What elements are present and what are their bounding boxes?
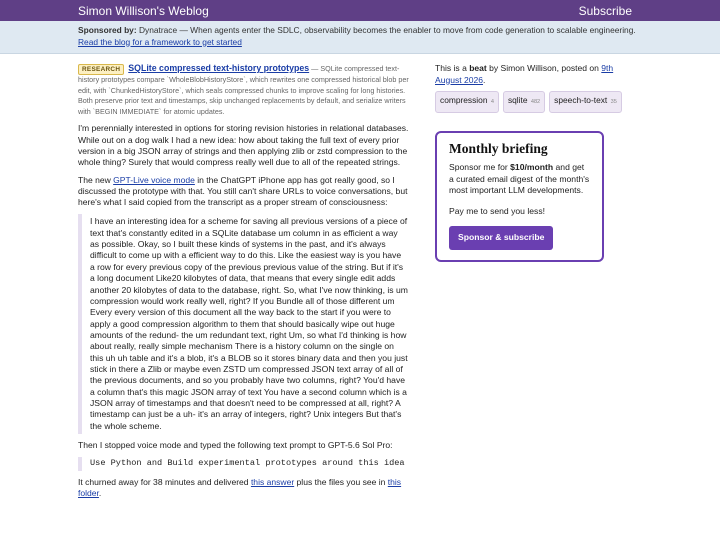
beat-meta: This is a beat by Simon Willison, posted… bbox=[435, 63, 625, 86]
transcript-quote: I have an interesting idea for a scheme … bbox=[78, 214, 412, 434]
tag-label: sqlite bbox=[507, 95, 528, 105]
briefing-text-2: Pay me to send you less! bbox=[449, 205, 546, 216]
sponsor-link[interactable]: Read the blog for a framework to get sta… bbox=[78, 37, 242, 47]
tag-count: 4 bbox=[490, 99, 494, 105]
beat-meta-text-b: by Simon Willison, posted on bbox=[486, 63, 602, 73]
briefing-price: $10/month bbox=[510, 162, 554, 172]
briefing-text: Sponsor me for $10/month and get a curat… bbox=[449, 162, 590, 197]
tag-list: compression 4 sqlite 482 speech-to-text … bbox=[435, 91, 625, 113]
paragraph-intro: I'm perennially interested in options fo… bbox=[78, 123, 409, 168]
tag-label: speech-to-text bbox=[554, 95, 608, 105]
prompt-code-block: Use Python and Build experimental protot… bbox=[78, 457, 412, 471]
subscribe-link[interactable]: Subscribe bbox=[579, 4, 632, 18]
sidebar: This is a beat by Simon Willison, posted… bbox=[435, 63, 625, 262]
tag-label: compression bbox=[440, 95, 488, 105]
beat-meta-beat: beat bbox=[469, 63, 487, 73]
sponsor-subscribe-button[interactable]: Sponsor & subscribe bbox=[449, 226, 554, 250]
beat-title-link[interactable]: SQLite compressed text-history prototype… bbox=[128, 63, 309, 73]
sponsor-prefix: Sponsored by: bbox=[78, 25, 137, 35]
this-answer-link[interactable]: this answer bbox=[251, 477, 294, 487]
result-text-c: . bbox=[98, 487, 102, 498]
voice-mode-text-before: The new bbox=[78, 174, 114, 185]
tag-speech-to-text[interactable]: speech-to-text 35 bbox=[549, 91, 622, 113]
paragraph-prompt-intro: Then I stopped voice mode and typed the … bbox=[78, 439, 393, 450]
result-text-b: plus the files you see in bbox=[294, 476, 388, 487]
sponsor-text: Dynatrace — When agents enter the SDLC, … bbox=[136, 25, 636, 35]
briefing-text-a: Sponsor me for bbox=[449, 162, 511, 172]
site-title-link[interactable]: Simon Willison's Weblog bbox=[78, 4, 209, 18]
beat-meta-text-a: This is a bbox=[435, 63, 470, 73]
tag-compression[interactable]: compression 4 bbox=[435, 91, 499, 113]
sponsor-banner: Sponsored by: Dynatrace — When agents en… bbox=[0, 21, 720, 54]
tag-count: 35 bbox=[610, 99, 617, 105]
gpt-live-voice-mode-link[interactable]: GPT-Live voice mode bbox=[113, 175, 195, 185]
tag-sqlite[interactable]: sqlite 482 bbox=[502, 91, 546, 113]
site-header: Simon Willison's Weblog Subscribe bbox=[0, 0, 720, 21]
beat-header: RESEARCH SQLite compressed text-history p… bbox=[78, 63, 412, 117]
paragraph-voice-mode: The new GPT-Live voice mode in the ChatG… bbox=[78, 175, 412, 209]
main-content: RESEARCH SQLite compressed text-history p… bbox=[78, 63, 412, 499]
paragraph-result: It churned away for 38 minutes and deliv… bbox=[78, 477, 412, 500]
briefing-title: Monthly briefing bbox=[449, 140, 548, 156]
research-badge: RESEARCH bbox=[78, 64, 125, 75]
result-text-a: It churned away for 38 minutes and deliv… bbox=[78, 476, 251, 487]
tag-count: 482 bbox=[530, 99, 541, 105]
beat-meta-text-c: . bbox=[483, 74, 486, 85]
monthly-briefing-box: Monthly briefing Sponsor me for $10/mont… bbox=[435, 130, 604, 262]
